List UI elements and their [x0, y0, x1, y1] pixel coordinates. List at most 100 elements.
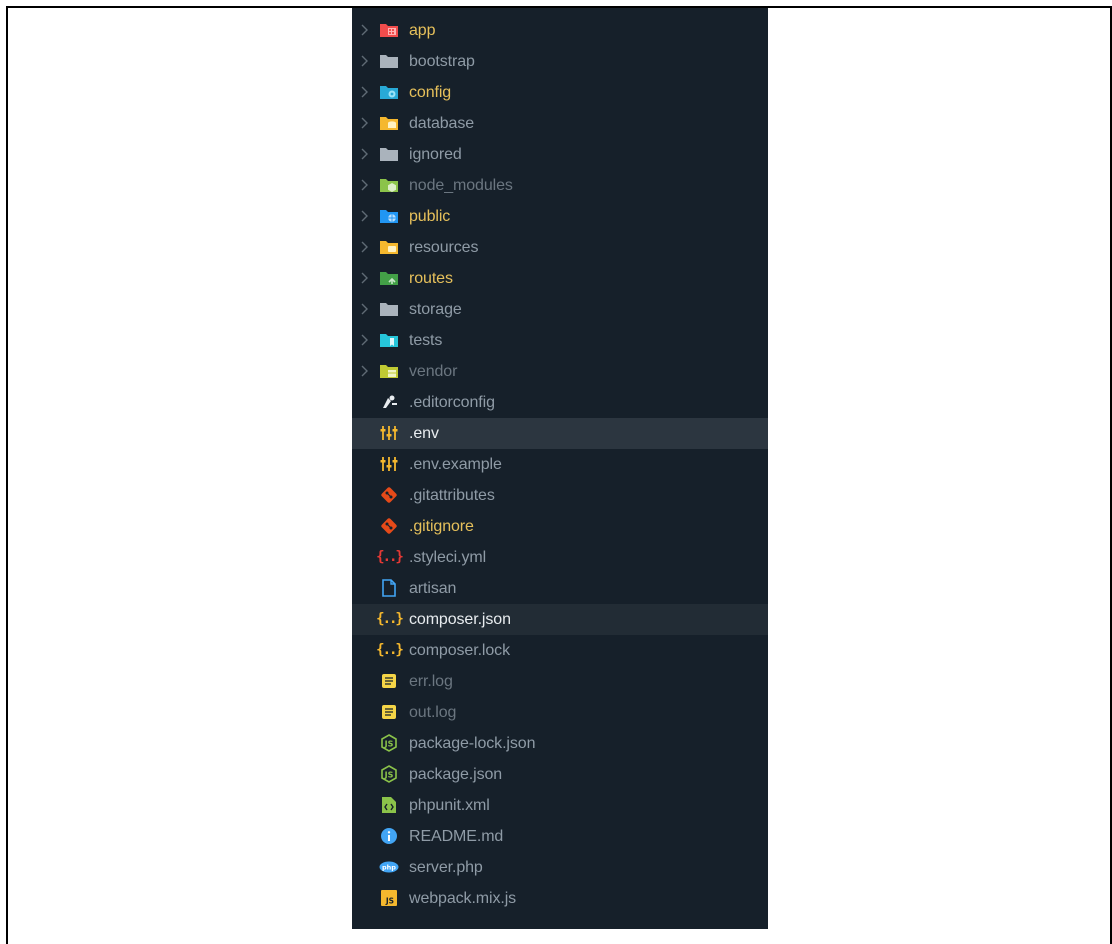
tree-item-label: .env — [409, 425, 439, 442]
tree-item-label: config — [409, 84, 452, 101]
folder-resources-icon — [379, 238, 399, 256]
tree-folder-config[interactable]: config — [352, 77, 768, 108]
svg-text:php: php — [382, 864, 396, 872]
tree-item-label: package.json — [409, 766, 503, 783]
chevron-right-icon — [361, 241, 368, 253]
folder-config-icon — [379, 83, 399, 101]
tree-item-label: ignored — [409, 146, 462, 163]
tree-file-readme[interactable]: README.md — [352, 821, 768, 852]
tree-file-composer-json[interactable]: {..} composer.json — [352, 604, 768, 635]
tree-item-label: artisan — [409, 580, 457, 597]
tree-item-label: tests — [409, 332, 443, 349]
chevron-right-icon — [361, 179, 368, 191]
file-icon — [379, 579, 399, 597]
tree-item-label: app — [409, 22, 436, 39]
tree-item-label: .env.example — [409, 456, 502, 473]
tree-file-package-lock[interactable]: JS package-lock.json — [352, 728, 768, 759]
chevron-right-icon — [361, 210, 368, 222]
tree-file-env[interactable]: .env — [352, 418, 768, 449]
tree-item-label: routes — [409, 270, 453, 287]
chevron-right-icon — [361, 365, 368, 377]
nodejs-icon: JS — [379, 765, 399, 783]
tree-item-label: webpack.mix.js — [409, 890, 517, 907]
json-icon: {..} — [376, 642, 404, 658]
chevron-right-icon — [361, 86, 368, 98]
tree-folder-storage[interactable]: storage — [352, 294, 768, 325]
tree-item-label: bootstrap — [409, 53, 475, 70]
php-icon: php — [379, 858, 399, 876]
tree-item-label: composer.lock — [409, 642, 510, 659]
tree-file-artisan[interactable]: artisan — [352, 573, 768, 604]
chevron-right-icon — [361, 303, 368, 315]
tree-folder-resources[interactable]: resources — [352, 232, 768, 263]
chevron-right-icon — [361, 272, 368, 284]
editorconfig-icon — [379, 393, 399, 411]
tree-file-env-example[interactable]: .env.example — [352, 449, 768, 480]
folder-icon — [379, 145, 399, 163]
chevron-right-icon — [361, 148, 368, 160]
tree-item-label: .editorconfig — [409, 394, 495, 411]
env-settings-icon — [379, 455, 399, 473]
tree-file-webpack-mix[interactable]: JS webpack.mix.js — [352, 883, 768, 914]
tree-item-label: resources — [409, 239, 479, 256]
info-icon — [379, 827, 399, 845]
svg-text:JS: JS — [384, 771, 394, 780]
chevron-right-icon — [361, 117, 368, 129]
tree-folder-ignored[interactable]: ignored — [352, 139, 768, 170]
folder-node-icon — [379, 176, 399, 194]
tree-item-label: phpunit.xml — [409, 797, 490, 814]
tree-folder-vendor[interactable]: vendor — [352, 356, 768, 387]
tree-file-composer-lock[interactable]: {..} composer.lock — [352, 635, 768, 666]
tree-item-label: package-lock.json — [409, 735, 536, 752]
tree-item-label: node_modules — [409, 177, 513, 194]
tree-item-label: vendor — [409, 363, 458, 380]
tree-item-label: out.log — [409, 704, 457, 721]
tree-folder-database[interactable]: database — [352, 108, 768, 139]
folder-public-icon — [379, 207, 399, 225]
chevron-right-icon — [361, 334, 368, 346]
chevron-right-icon — [361, 24, 368, 36]
tree-file-gitignore[interactable]: .gitignore — [352, 511, 768, 542]
git-icon — [379, 486, 399, 504]
yaml-icon: {..} — [376, 549, 404, 565]
log-icon — [379, 672, 399, 690]
tree-folder-bootstrap[interactable]: bootstrap — [352, 46, 768, 77]
tree-folder-app[interactable]: app — [352, 15, 768, 46]
tree-folder-tests[interactable]: tests — [352, 325, 768, 356]
tree-file-editorconfig[interactable]: .editorconfig — [352, 387, 768, 418]
tree-file-server-php[interactable]: php server.php — [352, 852, 768, 883]
file-explorer: app bootstrap config database ignored no… — [352, 8, 768, 929]
tree-item-label: database — [409, 115, 475, 132]
tree-item-label: server.php — [409, 859, 483, 876]
folder-icon — [379, 52, 399, 70]
chevron-right-icon — [361, 55, 368, 67]
tree-item-label: public — [409, 208, 451, 225]
env-settings-icon — [379, 424, 399, 442]
log-icon — [379, 703, 399, 721]
tree-item-label: err.log — [409, 673, 453, 690]
xml-icon — [379, 796, 399, 814]
tree-file-gitattributes[interactable]: .gitattributes — [352, 480, 768, 511]
js-icon: JS — [379, 889, 399, 907]
nodejs-icon: JS — [379, 734, 399, 752]
tree-item-label: .gitattributes — [409, 487, 495, 504]
folder-database-icon — [379, 114, 399, 132]
tree-file-package-json[interactable]: JS package.json — [352, 759, 768, 790]
folder-app-icon — [379, 21, 399, 39]
json-icon: {..} — [376, 611, 404, 627]
tree-item-label: composer.json — [409, 611, 511, 628]
svg-text:JS: JS — [385, 897, 394, 906]
tree-file-err-log[interactable]: err.log — [352, 666, 768, 697]
folder-tests-icon — [379, 331, 399, 349]
tree-folder-node-modules[interactable]: node_modules — [352, 170, 768, 201]
tree-item-label: .gitignore — [409, 518, 474, 535]
folder-vendor-icon — [379, 362, 399, 380]
tree-file-styleci[interactable]: {..} .styleci.yml — [352, 542, 768, 573]
tree-folder-routes[interactable]: routes — [352, 263, 768, 294]
tree-file-phpunit[interactable]: phpunit.xml — [352, 790, 768, 821]
tree-folder-public[interactable]: public — [352, 201, 768, 232]
folder-routes-icon — [379, 269, 399, 287]
svg-text:JS: JS — [384, 740, 394, 749]
tree-file-out-log[interactable]: out.log — [352, 697, 768, 728]
tree-item-label: storage — [409, 301, 462, 318]
